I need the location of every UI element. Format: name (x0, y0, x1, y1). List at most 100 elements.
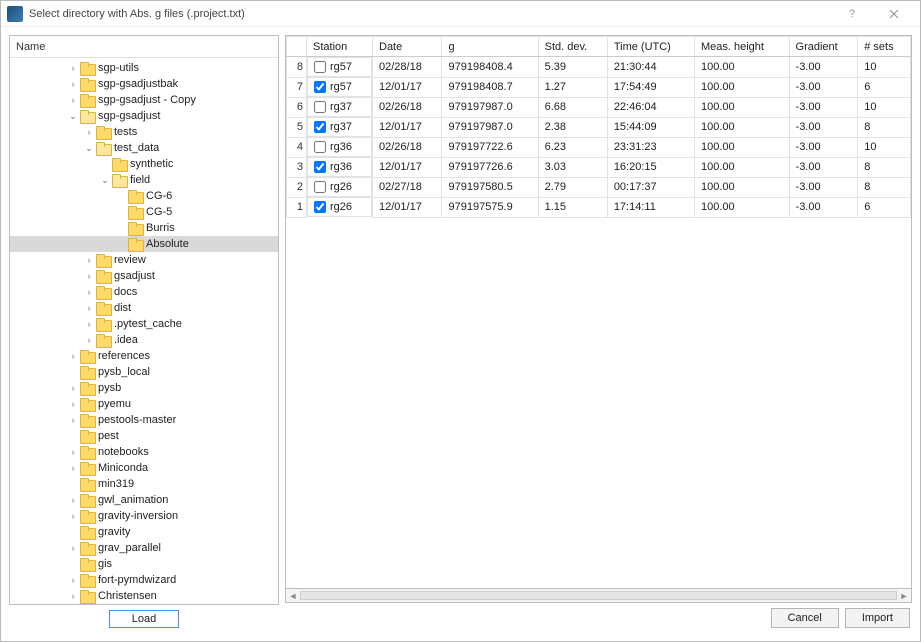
tree-item[interactable]: ⌄test_data (10, 140, 278, 156)
tree-item[interactable]: ›references (10, 348, 278, 364)
close-button[interactable] (874, 3, 914, 25)
column-header[interactable]: Meas. height (694, 37, 789, 57)
row-checkbox[interactable] (314, 121, 326, 133)
table-row[interactable]: 5rg3712/01/17979197987.02.3815:44:09100.… (287, 117, 911, 137)
tree-item[interactable]: gis (10, 556, 278, 572)
column-header[interactable]: Time (UTC) (607, 37, 694, 57)
row-checkbox[interactable] (314, 181, 326, 193)
table-row[interactable]: 1rg2612/01/17979197575.91.1517:14:11100.… (287, 197, 911, 217)
cancel-button[interactable]: Cancel (771, 608, 839, 628)
table-row[interactable]: 2rg2602/27/18979197580.52.7900:17:37100.… (287, 177, 911, 197)
tree-item[interactable]: ›docs (10, 284, 278, 300)
chevron-right-icon[interactable]: › (82, 125, 96, 139)
chevron-right-icon[interactable]: › (66, 349, 80, 363)
table-row[interactable]: 7rg5712/01/17979198408.71.2717:54:49100.… (287, 77, 911, 97)
tree-item[interactable]: CG-6 (10, 188, 278, 204)
cell-date: 12/01/17 (373, 117, 442, 137)
tree-item[interactable]: ⌄field (10, 172, 278, 188)
tree-item-label: sgp-gsadjust (98, 108, 160, 124)
tree-item[interactable]: ›fort-pymdwizard (10, 572, 278, 588)
chevron-right-icon[interactable]: › (66, 493, 80, 507)
tree-item[interactable]: ⌄ sgp-gsadjust (10, 108, 278, 124)
chevron-right-icon[interactable]: › (66, 77, 80, 91)
column-header[interactable]: g (442, 37, 538, 57)
chevron-down-icon[interactable]: ⌄ (66, 109, 80, 123)
tree-item[interactable]: ›dist (10, 300, 278, 316)
tree-item[interactable]: ›gwl_animation (10, 492, 278, 508)
chevron-right-icon[interactable]: › (82, 285, 96, 299)
tree-item[interactable]: ›projects (10, 604, 278, 605)
tree-item[interactable]: gravity (10, 524, 278, 540)
load-button[interactable]: Load (109, 610, 179, 628)
chevron-right-icon[interactable]: › (82, 253, 96, 267)
chevron-right-icon[interactable]: › (66, 573, 80, 587)
tree-item[interactable]: ›gravity-inversion (10, 508, 278, 524)
data-table-container[interactable]: StationDategStd. dev.Time (UTC)Meas. hei… (285, 35, 912, 589)
row-checkbox[interactable] (314, 161, 326, 173)
chevron-right-icon[interactable]: › (82, 269, 96, 283)
column-header[interactable]: Std. dev. (538, 37, 607, 57)
help-button[interactable]: ? (832, 3, 872, 25)
tree-item[interactable]: synthetic (10, 156, 278, 172)
tree-item[interactable]: ›sgp-gsadjustbak (10, 76, 278, 92)
table-row[interactable]: 8rg5702/28/18979198408.45.3921:30:44100.… (287, 57, 911, 78)
tree-item[interactable]: ›Christensen (10, 588, 278, 604)
row-checkbox[interactable] (314, 61, 326, 73)
chevron-right-icon[interactable]: › (82, 333, 96, 347)
chevron-right-icon[interactable]: › (66, 461, 80, 475)
table-row[interactable]: 6rg3702/26/18979197987.06.6822:46:04100.… (287, 97, 911, 117)
chevron-right-icon[interactable]: › (66, 413, 80, 427)
column-header[interactable]: Station (307, 37, 373, 57)
tree-item[interactable]: pysb_local (10, 364, 278, 380)
column-header[interactable]: Gradient (789, 37, 858, 57)
tree-item[interactable]: ›.pytest_cache (10, 316, 278, 332)
cell-time: 00:17:37 (607, 177, 694, 197)
tree-item[interactable]: min319 (10, 476, 278, 492)
horizontal-scrollbar[interactable]: ◄ ► (285, 589, 912, 603)
tree-item[interactable]: ›sgp-gsadjust - Copy (10, 92, 278, 108)
scroll-left-icon[interactable]: ◄ (287, 591, 299, 601)
directory-tree[interactable]: Name ›sgp-utils›sgp-gsadjustbak›sgp-gsad… (9, 35, 279, 605)
chevron-right-icon[interactable]: › (66, 541, 80, 555)
chevron-right-icon[interactable]: › (82, 301, 96, 315)
table-row[interactable]: 4rg3602/26/18979197722.66.2323:31:23100.… (287, 137, 911, 157)
tree-item[interactable]: ›review (10, 252, 278, 268)
tree-item[interactable]: ›pyemu (10, 396, 278, 412)
folder-icon (96, 334, 110, 346)
folder-icon (80, 62, 94, 74)
tree-item[interactable]: ›sgp-utils (10, 60, 278, 76)
row-checkbox[interactable] (314, 201, 326, 213)
tree-item[interactable]: pest (10, 428, 278, 444)
cell-std: 3.03 (538, 157, 607, 177)
scroll-right-icon[interactable]: ► (898, 591, 910, 601)
chevron-right-icon[interactable]: › (66, 509, 80, 523)
chevron-right-icon[interactable]: › (66, 381, 80, 395)
tree-item[interactable]: ›.idea (10, 332, 278, 348)
chevron-right-icon[interactable]: › (66, 93, 80, 107)
chevron-down-icon[interactable]: ⌄ (82, 141, 96, 155)
folder-icon (80, 478, 94, 490)
chevron-down-icon[interactable]: ⌄ (98, 173, 112, 187)
table-row[interactable]: 3rg3612/01/17979197726.63.0316:20:15100.… (287, 157, 911, 177)
chevron-right-icon[interactable]: › (66, 589, 80, 603)
column-header[interactable]: Date (373, 37, 442, 57)
row-checkbox[interactable] (314, 101, 326, 113)
tree-item[interactable]: CG-5 (10, 204, 278, 220)
tree-item[interactable]: ›tests (10, 124, 278, 140)
tree-item[interactable]: Burris (10, 220, 278, 236)
tree-item[interactable]: ›gsadjust (10, 268, 278, 284)
tree-item[interactable]: Absolute (10, 236, 278, 252)
row-checkbox[interactable] (314, 81, 326, 93)
row-checkbox[interactable] (314, 141, 326, 153)
chevron-right-icon[interactable]: › (66, 445, 80, 459)
tree-item[interactable]: ›grav_parallel (10, 540, 278, 556)
tree-item[interactable]: ›pestools-master (10, 412, 278, 428)
tree-item[interactable]: ›pysb (10, 380, 278, 396)
column-header[interactable]: # sets (858, 37, 911, 57)
tree-item[interactable]: ›notebooks (10, 444, 278, 460)
tree-item[interactable]: ›Miniconda (10, 460, 278, 476)
import-button[interactable]: Import (845, 608, 910, 628)
chevron-right-icon[interactable]: › (66, 397, 80, 411)
chevron-right-icon[interactable]: › (82, 317, 96, 331)
chevron-right-icon[interactable]: › (66, 61, 80, 75)
